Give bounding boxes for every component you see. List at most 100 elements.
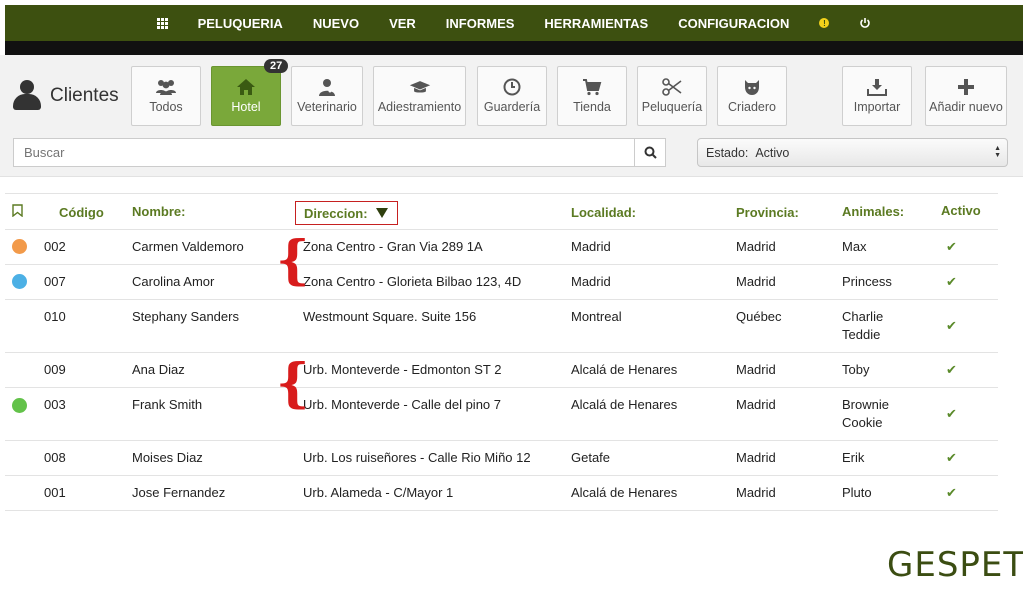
animal-name[interactable]: Teddie [842, 326, 883, 344]
filter-veterinario-button[interactable]: Veterinario [291, 66, 363, 126]
table-row[interactable]: 009 Ana Diaz Urb. Monteverde - Edmonton ST… [5, 352, 998, 387]
table-row[interactable]: 002 Carmen Valdemoro Zona Centro - Gran Vi… [5, 229, 998, 264]
filter-peluqueria-button[interactable]: Peluquería [637, 66, 707, 126]
select-arrows-icon: ▲ ▼ [994, 145, 1001, 159]
cell-direccion: Westmount Square. Suite 156 [303, 309, 477, 324]
header-activo[interactable]: Activo [941, 203, 981, 218]
animal-name[interactable]: Max [842, 238, 867, 256]
cell-provincia: Québec [736, 309, 782, 324]
cell-localidad: Madrid [571, 274, 611, 289]
cell-direccion: Zona Centro - Glorieta Bilbao 123, 4D [303, 274, 522, 289]
nav-shadow-bar [5, 41, 1023, 55]
page-header: Clientes [12, 80, 119, 112]
warning-icon: ! [819, 18, 830, 28]
cell-direccion: Urb. Monteverde - Calle del pino 7 [303, 397, 501, 412]
clock-icon [501, 78, 523, 96]
cell-provincia: Madrid [736, 362, 776, 377]
add-new-button[interactable]: Añadir nuevo [925, 66, 1007, 126]
filter-criadero-label: Criadero [728, 100, 776, 114]
header-codigo[interactable]: Código [59, 205, 104, 220]
cell-codigo: 001 [44, 485, 66, 500]
bookmark-icon[interactable] [12, 204, 23, 220]
import-button[interactable]: Importar [842, 66, 912, 126]
table-row[interactable]: 001 Jose Fernandez Urb. Alameda - C/Mayor … [5, 475, 998, 510]
cell-animales: Pluto [842, 484, 872, 502]
animal-name[interactable]: Princess [842, 273, 892, 291]
search-bar [13, 138, 666, 167]
filter-adiestramiento-button[interactable]: Adiestramiento [373, 66, 466, 126]
power-icon [860, 18, 871, 28]
cell-nombre: Carmen Valdemoro [132, 239, 244, 254]
sort-down-icon [375, 208, 388, 218]
filter-todos-button[interactable]: Todos [131, 66, 201, 126]
nav-peluqueria[interactable]: PELUQUERIA [183, 5, 298, 41]
nav-nuevo[interactable]: NUEVO [298, 5, 374, 41]
animal-name[interactable]: Erik [842, 449, 864, 467]
notifications-button[interactable]: ! [804, 5, 844, 41]
status-dot [12, 239, 27, 254]
cell-nombre: Stephany Sanders [132, 309, 239, 324]
github-cat-icon [741, 78, 763, 96]
table-row[interactable]: 007 Carolina Amor Zona Centro - Glorieta B… [5, 264, 998, 299]
users-icon [155, 78, 177, 96]
active-check-icon[interactable]: ✔ [946, 485, 957, 501]
cell-direccion: Urb. Monteverde - Edmonton ST 2 [303, 362, 502, 377]
filter-hotel-button[interactable]: 27 Hotel [211, 59, 289, 126]
cell-provincia: Madrid [736, 397, 776, 412]
group-brace-annotation: { [276, 353, 310, 414]
animal-name[interactable]: Pluto [842, 484, 872, 502]
clients-table: Código Nombre: Direccion: Localidad: Pro… [5, 193, 998, 511]
cell-codigo: 007 [44, 274, 66, 289]
logout-button[interactable] [844, 5, 886, 41]
filter-criadero-button[interactable]: Criadero [717, 66, 787, 126]
nav-ver[interactable]: VER [374, 5, 431, 41]
table-row[interactable]: 008 Moises Diaz Urb. Los ruiseñores - Call… [5, 440, 998, 475]
header-localidad[interactable]: Localidad: [571, 205, 636, 220]
cell-provincia: Madrid [736, 274, 776, 289]
animal-name[interactable]: Cookie [842, 414, 889, 432]
active-check-icon[interactable]: ✔ [946, 406, 957, 422]
header-provincia[interactable]: Provincia: [736, 205, 799, 220]
active-check-icon[interactable]: ✔ [946, 362, 957, 378]
cell-animales: Toby [842, 361, 869, 379]
status-select[interactable]: Estado: Activo ▲ ▼ [697, 138, 1008, 167]
animal-name[interactable]: Charlie [842, 308, 883, 326]
active-check-icon[interactable]: ✔ [946, 450, 957, 466]
nav-herramientas[interactable]: HERRAMIENTAS [529, 5, 663, 41]
cell-animales: Erik [842, 449, 864, 467]
status-dot [12, 398, 27, 413]
apps-grid-button[interactable] [142, 5, 183, 41]
search-button[interactable] [634, 139, 665, 166]
cell-provincia: Madrid [736, 450, 776, 465]
filter-guarderia-label: Guardería [483, 100, 541, 114]
nav-informes[interactable]: INFORMES [431, 5, 530, 41]
cell-localidad: Madrid [571, 239, 611, 254]
filter-tienda-button[interactable]: Tienda [557, 66, 627, 126]
top-nav: PELUQUERIA NUEVO VER INFORMES HERRAMIENT… [5, 5, 1023, 41]
status-dot [12, 274, 27, 289]
animal-name[interactable]: Toby [842, 361, 869, 379]
active-check-icon[interactable]: ✔ [946, 318, 957, 334]
status-select-label: Estado: [706, 145, 749, 160]
header-animales[interactable]: Animales: [842, 203, 904, 221]
animal-name[interactable]: Brownie [842, 396, 889, 414]
filter-tienda-label: Tienda [573, 100, 611, 114]
active-check-icon[interactable]: ✔ [946, 239, 957, 255]
filter-guarderia-button[interactable]: Guardería [477, 66, 547, 126]
plus-icon [955, 78, 977, 96]
table-row[interactable]: 003 Frank Smith Urb. Monteverde - Calle de… [5, 387, 998, 440]
cell-localidad: Getafe [571, 450, 611, 465]
nav-configuracion[interactable]: CONFIGURACION [663, 5, 804, 41]
header-direccion[interactable]: Direccion: [295, 201, 398, 225]
doctor-icon [316, 78, 338, 96]
cell-animales: Princess [842, 273, 892, 291]
table-row[interactable]: 010 Stephany Sanders Westmount Square. Sui… [5, 299, 998, 352]
cell-localidad: Montreal [571, 309, 622, 324]
cell-direccion: Zona Centro - Gran Via 289 1A [303, 239, 483, 254]
active-check-icon[interactable]: ✔ [946, 274, 957, 290]
header-nombre[interactable]: Nombre: [132, 204, 185, 219]
page-title: Clientes [50, 85, 119, 106]
search-input[interactable] [14, 139, 634, 166]
cell-animales: Max [842, 238, 867, 256]
table-bottom-border [5, 510, 998, 511]
